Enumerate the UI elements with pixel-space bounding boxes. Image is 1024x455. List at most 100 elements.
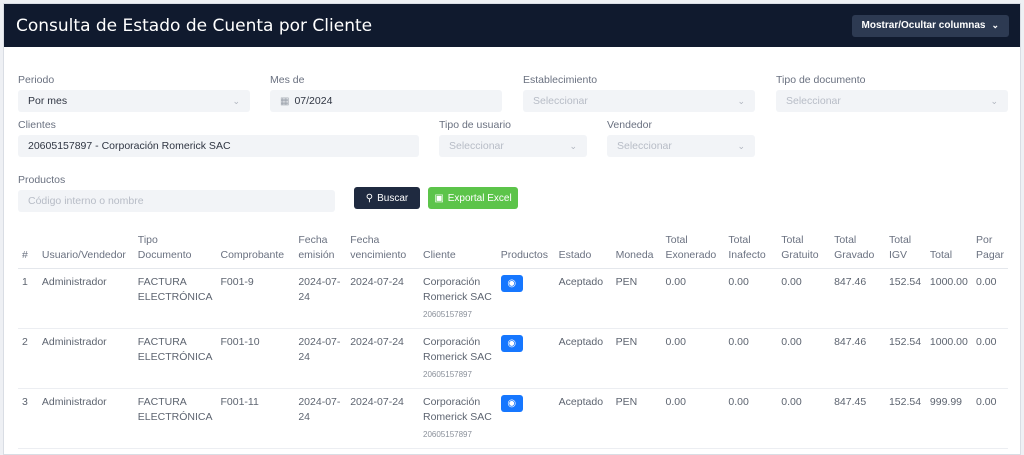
tipo-documento-field: Tipo de documento Seleccionar ⌄ (776, 74, 1008, 112)
cliente-ruc: 20605157897 (423, 310, 472, 319)
row-total-inafecto: 0.00 (724, 268, 778, 329)
row-tipo-documento: FACTURA ELECTRÓNICA (133, 268, 217, 329)
row-number: 2 (18, 328, 38, 389)
row-cliente: Corporación Romerick SAC 20605157897 (419, 268, 497, 329)
col-tipo-documento: Tipo Documento (133, 230, 217, 269)
row-total-igv: 152.54 (884, 268, 926, 329)
vendedor-field: Vendedor Seleccionar ⌄ (607, 119, 755, 157)
cliente-name: Corporación Romerick SAC (423, 336, 492, 363)
chevron-down-icon: ⌄ (737, 95, 745, 106)
row-total-gravado: 847.46 (830, 328, 885, 389)
chevron-down-icon: ⌄ (990, 95, 998, 106)
establecimiento-label: Establecimiento (523, 74, 598, 86)
col-total-inafecto: Total Inafecto (724, 230, 778, 269)
row-productos: ◉ (496, 328, 555, 389)
cliente-ruc: 20605157897 (423, 430, 472, 439)
toggle-columns-label: Mostrar/Ocultar columnas (861, 20, 986, 31)
chevron-down-icon: ⌄ (232, 95, 240, 106)
clientes-select[interactable]: 20605157897 - Corporación Romerick SAC (18, 135, 419, 157)
row-number: 3 (18, 388, 38, 449)
periodo-label: Periodo (18, 74, 55, 86)
row-moneda: PEN (611, 268, 662, 329)
tipo-documento-placeholder: Seleccionar (786, 95, 841, 107)
table-row: 3 Administrador FACTURA ELECTRÓNICA F001… (18, 388, 1008, 449)
row-total: 999.99 (925, 388, 972, 449)
row-estado: Aceptado (554, 388, 612, 449)
periodo-select[interactable]: Por mes ⌄ (18, 90, 250, 112)
productos-label: Productos (18, 174, 66, 186)
cliente-ruc: 20605157897 (423, 370, 472, 379)
page-title: Consulta de Estado de Cuenta por Cliente (16, 15, 373, 36)
row-total-inafecto: 0.00 (724, 388, 778, 449)
page-header: Consulta de Estado de Cuenta por Cliente… (4, 4, 1020, 47)
row-total-exonerado: 0.00 (661, 268, 725, 329)
col-total-exonerado: Total Exonerado (661, 230, 725, 269)
row-tipo-documento: FACTURA ELECTRÓNICA (133, 388, 217, 449)
results-table: # Usuario/Vendedor Tipo Documento Compro… (18, 230, 1008, 449)
tipo-documento-label: Tipo de documento (776, 74, 866, 86)
col-total-gravado: Total Gravado (830, 230, 885, 269)
table-row: 1 Administrador FACTURA ELECTRÓNICA F001… (18, 268, 1008, 329)
search-button-label: Buscar (377, 192, 409, 204)
col-usuario: Usuario/Vendedor (37, 230, 134, 269)
row-total-gravado: 847.45 (830, 388, 885, 449)
col-cliente: Cliente (419, 230, 497, 269)
row-total-exonerado: 0.00 (661, 328, 725, 389)
col-comprobante: Comprobante (216, 230, 295, 269)
mes-value: 07/2024 (294, 95, 333, 107)
cliente-name: Corporación Romerick SAC (423, 396, 492, 423)
productos-input[interactable]: Código interno o nombre (18, 190, 335, 212)
row-cliente: Corporación Romerick SAC 20605157897 (419, 388, 497, 449)
establecimiento-select[interactable]: Seleccionar ⌄ (523, 90, 755, 112)
periodo-value: Por mes (28, 95, 68, 107)
row-total-igv: 152.54 (884, 388, 926, 449)
tipo-usuario-select[interactable]: Seleccionar ⌄ (439, 135, 587, 157)
export-excel-button[interactable]: ▣ Exportal Excel (428, 187, 518, 209)
row-total-gravado: 847.46 (830, 268, 885, 329)
clientes-label: Clientes (18, 119, 56, 131)
toggle-columns-button[interactable]: Mostrar/Ocultar columnas ⌄ (851, 14, 1009, 37)
table-row: 2 Administrador FACTURA ELECTRÓNICA F001… (18, 328, 1008, 389)
row-fecha-emision: 2024-07-24 (294, 388, 347, 449)
col-fecha-vencimiento: Fecha vencimiento (346, 230, 419, 269)
view-products-icon[interactable]: ◉ (500, 395, 523, 412)
row-moneda: PEN (611, 328, 662, 389)
chevron-down-icon: ⌄ (991, 20, 999, 30)
view-products-icon[interactable]: ◉ (500, 275, 523, 292)
row-productos: ◉ (496, 268, 555, 329)
row-total-gratuito: 0.00 (777, 268, 831, 329)
productos-placeholder: Código interno o nombre (28, 195, 144, 207)
col-productos: Productos (496, 230, 555, 269)
row-moneda: PEN (611, 388, 662, 449)
productos-field: Productos Código interno o nombre (18, 174, 335, 212)
row-estado: Aceptado (554, 328, 612, 389)
clientes-value: 20605157897 - Corporación Romerick SAC (28, 140, 231, 152)
row-total: 1000.00 (925, 268, 972, 329)
row-total: 1000.00 (925, 328, 972, 389)
vendedor-select[interactable]: Seleccionar ⌄ (607, 135, 755, 157)
view-products-icon[interactable]: ◉ (500, 335, 523, 352)
establecimiento-placeholder: Seleccionar (533, 95, 588, 107)
row-fecha-emision: 2024-07-24 (294, 328, 347, 389)
search-icon: ⚲ (365, 192, 374, 204)
row-fecha-emision: 2024-07-24 (294, 268, 347, 329)
row-total-inafecto: 0.00 (724, 328, 778, 389)
row-number: 1 (18, 268, 38, 329)
col-estado: Estado (554, 230, 612, 269)
row-comprobante: F001-11 (216, 388, 295, 449)
mes-label: Mes de (270, 74, 305, 86)
row-comprobante: F001-10 (216, 328, 295, 389)
mes-date-input[interactable]: ▦ 07/2024 (270, 90, 502, 112)
chevron-down-icon: ⌄ (737, 140, 745, 151)
col-por-pagar: Por Pagar (971, 230, 1008, 269)
tipo-documento-select[interactable]: Seleccionar ⌄ (776, 90, 1008, 112)
report-panel: Consulta de Estado de Cuenta por Cliente… (3, 3, 1021, 455)
row-estado: Aceptado (554, 268, 612, 329)
row-total-igv: 152.54 (884, 328, 926, 389)
search-button[interactable]: ⚲ Buscar (354, 187, 420, 209)
vendedor-placeholder: Seleccionar (617, 140, 672, 152)
row-usuario: Administrador (37, 388, 134, 449)
col-fecha-emision: Fecha emisión (294, 230, 347, 269)
table-header-row: # Usuario/Vendedor Tipo Documento Compro… (18, 230, 1008, 269)
row-usuario: Administrador (37, 328, 134, 389)
